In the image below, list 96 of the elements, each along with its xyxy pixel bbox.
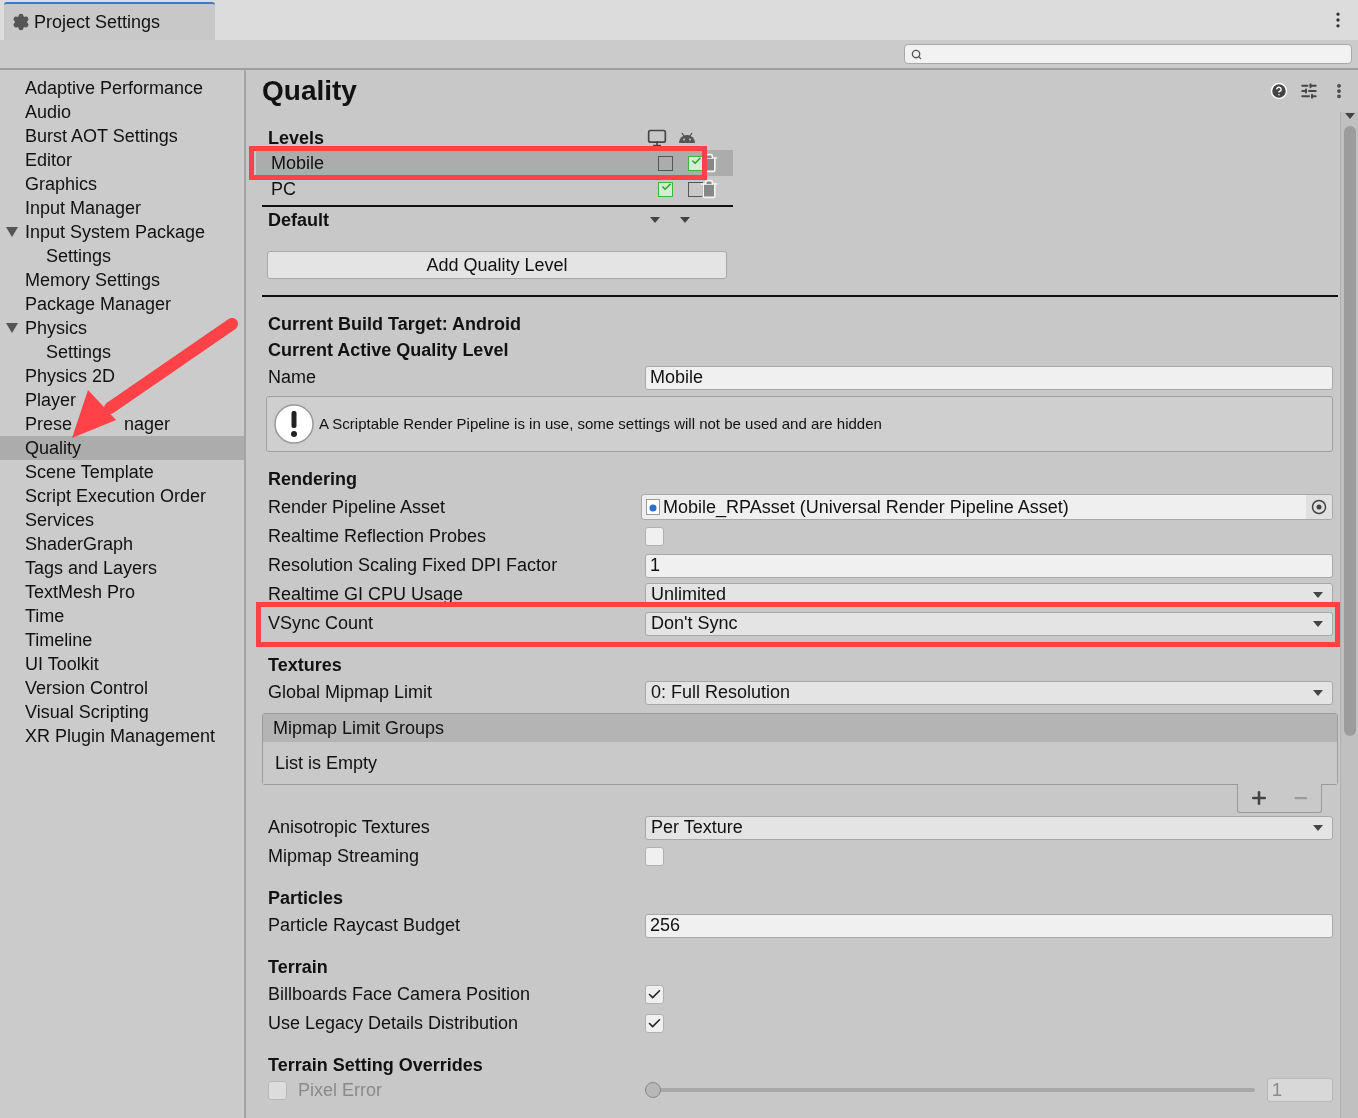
- trash-icon[interactable]: [699, 153, 719, 173]
- checkbox[interactable]: [645, 1014, 664, 1033]
- property-label: Realtime GI CPU Usage: [268, 583, 465, 606]
- text-field[interactable]: 256: [645, 913, 1333, 938]
- property-label: Billboards Face Camera Position: [268, 983, 532, 1006]
- dropdown-caret-icon: [1312, 590, 1324, 599]
- property-label: Realtime Reflection Probes: [268, 525, 488, 548]
- sidebar-item[interactable]: Services: [0, 508, 244, 532]
- empty-list-message: List is Empty: [275, 751, 378, 775]
- sidebar-item[interactable]: Time: [0, 604, 244, 628]
- section-heading: Terrain: [268, 955, 328, 979]
- object-picker-button[interactable]: [1306, 495, 1332, 519]
- section-heading: Current Build Target: Android: [268, 312, 521, 336]
- dropdown[interactable]: 0: Full Resolution: [645, 680, 1333, 705]
- page-title: Quality: [262, 74, 357, 108]
- checkbox[interactable]: [658, 155, 673, 171]
- sidebar-item[interactable]: Version Control: [0, 676, 244, 700]
- quality-level-row[interactable]: PC: [256, 176, 733, 202]
- sidebar-item[interactable]: Graphics: [0, 172, 244, 196]
- sidebar-item[interactable]: Editor: [0, 148, 244, 172]
- checkbox[interactable]: [268, 1080, 287, 1100]
- property-label: Name: [268, 366, 317, 389]
- property-label: Render Pipeline Asset: [268, 495, 447, 519]
- sidebar-item[interactable]: Player: [0, 388, 244, 412]
- slider-thumb[interactable]: [645, 1082, 661, 1098]
- desktop-icon: [647, 128, 667, 148]
- slider[interactable]: [645, 1082, 1255, 1098]
- search-field[interactable]: [904, 44, 1352, 64]
- asset-icon: [646, 499, 660, 515]
- sidebar-item[interactable]: Audio: [0, 100, 244, 124]
- add-quality-level-button[interactable]: Add Quality Level: [267, 251, 727, 279]
- sidebar-item[interactable]: TextMesh Pro: [0, 580, 244, 604]
- sidebar-item[interactable]: Tags and Layers: [0, 556, 244, 580]
- default-level-dropdown-icon: [679, 216, 691, 224]
- section-heading: Rendering: [268, 467, 357, 491]
- property-label: VSync Count: [268, 612, 375, 635]
- sidebar-item[interactable]: Memory Settings: [0, 268, 244, 292]
- section-heading: Particles: [268, 886, 344, 910]
- sidebar-item[interactable]: Physics 2D: [0, 364, 244, 388]
- text-field[interactable]: 1: [645, 553, 1333, 578]
- sidebar-item[interactable]: Physics: [0, 316, 244, 340]
- checkbox[interactable]: [645, 527, 664, 546]
- dropdown-caret-icon: [1312, 619, 1324, 628]
- property-label: Particle Raycast Budget: [268, 914, 462, 937]
- checkbox[interactable]: [658, 181, 673, 197]
- help-icon[interactable]: [1270, 82, 1288, 100]
- sidebar-item[interactable]: Input Manager: [0, 196, 244, 220]
- checkbox[interactable]: [645, 985, 664, 1004]
- checkbox[interactable]: [645, 847, 664, 866]
- sidebar-item[interactable]: XR Plugin Management: [0, 724, 244, 748]
- default-label: Default: [268, 208, 330, 232]
- sidebar-item[interactable]: Burst AOT Settings: [0, 124, 244, 148]
- sidebar-item[interactable]: Visual Scripting: [0, 700, 244, 724]
- dropdown[interactable]: Don't Sync: [645, 611, 1333, 636]
- sidebar-item[interactable]: Adaptive Performance: [0, 76, 244, 100]
- text-field[interactable]: Mobile: [645, 365, 1333, 390]
- property-label: Global Mipmap Limit: [268, 681, 434, 704]
- scroll-up-icon: [1343, 112, 1356, 120]
- sidebar-item[interactable]: Input System Package: [0, 220, 244, 244]
- sidebar-item[interactable]: Package Manager: [0, 292, 244, 316]
- expand-triangle-icon[interactable]: [6, 322, 18, 334]
- property-label: Mipmap Streaming: [268, 845, 421, 868]
- expand-triangle-icon[interactable]: [6, 226, 18, 238]
- scrollbar[interactable]: [1340, 112, 1358, 1118]
- sidebar-item[interactable]: Prese nager: [0, 412, 244, 436]
- sidebar-item[interactable]: Script Execution Order: [0, 484, 244, 508]
- sidebar-item[interactable]: Scene Template: [0, 460, 244, 484]
- property-label: Pixel Error: [298, 1078, 382, 1102]
- settings-sliders-icon[interactable]: [1300, 82, 1318, 100]
- dropdown-caret-icon: [1312, 688, 1324, 697]
- sidebar-item[interactable]: Quality: [0, 436, 244, 460]
- section-heading: Levels: [268, 126, 326, 150]
- sidebar-item[interactable]: UI Toolkit: [0, 652, 244, 676]
- warning-icon: [273, 403, 315, 445]
- property-label: Anisotropic Textures: [268, 816, 431, 839]
- default-level-dropdown-icon: [649, 216, 661, 224]
- warning-message: A Scriptable Render Pipeline is in use, some settings will not be used and are hidden: [319, 413, 882, 434]
- property-label: Resolution Scaling Fixed DPI Factor: [268, 554, 559, 577]
- dropdown-caret-icon: [1312, 823, 1324, 832]
- sidebar-item[interactable]: ShaderGraph: [0, 532, 244, 556]
- section-heading: Terrain Setting Overrides: [268, 1053, 483, 1077]
- target-icon: [1311, 499, 1327, 515]
- property-label: Use Legacy Details Distribution: [268, 1012, 520, 1035]
- sidebar-item[interactable]: Settings: [0, 340, 244, 364]
- trash-icon[interactable]: [699, 179, 719, 199]
- android-icon: [678, 132, 696, 144]
- list-header: Mipmap Limit Groups: [263, 714, 1337, 742]
- object-field[interactable]: Mobile_RPAsset (Universal Render Pipeline Asset): [641, 494, 1333, 520]
- settings-icon: [12, 13, 30, 31]
- section-heading: Textures: [268, 653, 342, 677]
- sidebar-item[interactable]: Settings: [0, 244, 244, 268]
- section-heading: Current Active Quality Level: [268, 338, 509, 362]
- window-tab[interactable]: Project Settings: [4, 2, 215, 40]
- sidebar-item[interactable]: Timeline: [0, 628, 244, 652]
- dropdown[interactable]: Per Texture: [645, 815, 1333, 840]
- search-icon: [911, 48, 922, 60]
